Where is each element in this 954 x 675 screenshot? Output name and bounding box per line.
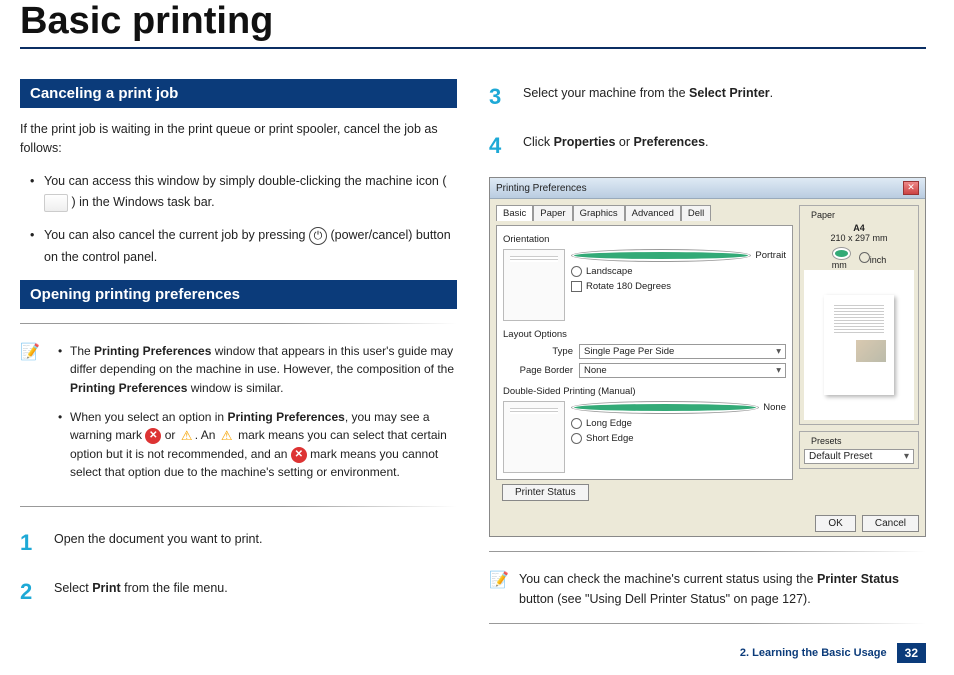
divider [20, 506, 457, 507]
section-heading-cancel: Canceling a print job [20, 79, 457, 108]
steps-right: 3 Select your machine from the Select Pr… [489, 79, 926, 163]
right-column: 3 Select your machine from the Select Pr… [489, 79, 926, 642]
printer-status-button[interactable]: Printer Status [502, 484, 589, 501]
close-icon[interactable]: ✕ [903, 181, 919, 195]
section-heading-prefs: Opening printing preferences [20, 280, 457, 309]
cancel-list: You can access this window by simply dou… [20, 171, 457, 268]
ok-button[interactable]: OK [815, 515, 855, 532]
select-border[interactable]: None [579, 363, 786, 378]
cancel-bullet-2: You can also cancel the current job by p… [30, 225, 457, 268]
note-item-2: When you select an option in Printing Pr… [58, 408, 457, 482]
cancel-intro: If the print job is waiting in the print… [20, 120, 457, 159]
radio-landscape[interactable]: Landscape [571, 266, 786, 277]
tab-dell[interactable]: Dell [681, 205, 711, 221]
orientation-label: Orientation [503, 234, 786, 245]
dialog-tabs: Basic Paper Graphics Advanced Dell [496, 205, 793, 221]
tab-paper[interactable]: Paper [533, 205, 572, 221]
dialog-title: Printing Preferences [496, 183, 587, 194]
chapter-label: 2. Learning the Basic Usage [740, 647, 887, 659]
step-number: 3 [489, 79, 509, 114]
radio-short-edge[interactable]: Short Edge [571, 433, 786, 444]
step-number: 2 [20, 574, 40, 609]
step-number: 1 [20, 525, 40, 560]
note-item-1: The Printing Preferences window that app… [58, 342, 457, 398]
duplex-preview [503, 401, 565, 473]
tab-advanced[interactable]: Advanced [625, 205, 681, 221]
radio-mm[interactable]: mm [832, 247, 851, 270]
page-number: 32 [897, 643, 926, 663]
error-icon: ✕ [145, 428, 161, 444]
radio-long-edge[interactable]: Long Edge [571, 418, 786, 429]
tab-basic[interactable]: Basic [496, 205, 533, 221]
presets-fieldset: Presets Default Preset [799, 431, 919, 469]
radio-inch[interactable]: inch [859, 252, 887, 265]
checkbox-rotate[interactable]: Rotate 180 Degrees [571, 281, 786, 292]
error-icon-2: ✕ [291, 447, 307, 463]
page-footer: 2. Learning the Basic Usage 32 [740, 643, 926, 663]
layout-label: Layout Options [503, 329, 786, 340]
note-box-prefs: 📝 The Printing Preferences window that a… [20, 342, 457, 492]
divider [489, 623, 926, 624]
power-icon: ⏻ [309, 227, 327, 245]
radio-none[interactable]: None [571, 401, 786, 414]
paper-fieldset: Paper A4210 x 297 mm mm inch [799, 205, 919, 425]
note-icon: 📝 [489, 570, 509, 609]
step-1: 1 Open the document you want to print. [20, 525, 457, 560]
cancel-button[interactable]: Cancel [862, 515, 919, 532]
select-preset[interactable]: Default Preset [804, 449, 914, 464]
printing-preferences-dialog: Printing Preferences ✕ Basic Paper Graph… [489, 177, 926, 537]
note-box-status: 📝 You can check the machine's current st… [489, 570, 926, 609]
divider [20, 323, 457, 324]
page-preview [804, 270, 914, 420]
step-3: 3 Select your machine from the Select Pr… [489, 79, 926, 114]
step-4: 4 Click Properties or Preferences. [489, 128, 926, 163]
step-2: 2 Select Print from the file menu. [20, 574, 457, 609]
divider [489, 551, 926, 552]
warning-icon: ⚠ [179, 428, 195, 444]
left-column: Canceling a print job If the print job i… [20, 79, 457, 642]
radio-portrait[interactable]: Portrait [571, 249, 786, 262]
warning-icon-2: ⚠ [219, 428, 235, 444]
note-icon: 📝 [20, 342, 40, 492]
orientation-preview [503, 249, 565, 321]
cancel-bullet-1: You can access this window by simply dou… [30, 171, 457, 214]
duplex-label: Double-Sided Printing (Manual) [503, 386, 786, 397]
tab-graphics[interactable]: Graphics [573, 205, 625, 221]
printer-icon [44, 194, 68, 212]
steps-left: 1 Open the document you want to print. 2… [20, 525, 457, 609]
step-number: 4 [489, 128, 509, 163]
select-type[interactable]: Single Page Per Side [579, 344, 786, 359]
page-title: Basic printing [20, 0, 926, 49]
